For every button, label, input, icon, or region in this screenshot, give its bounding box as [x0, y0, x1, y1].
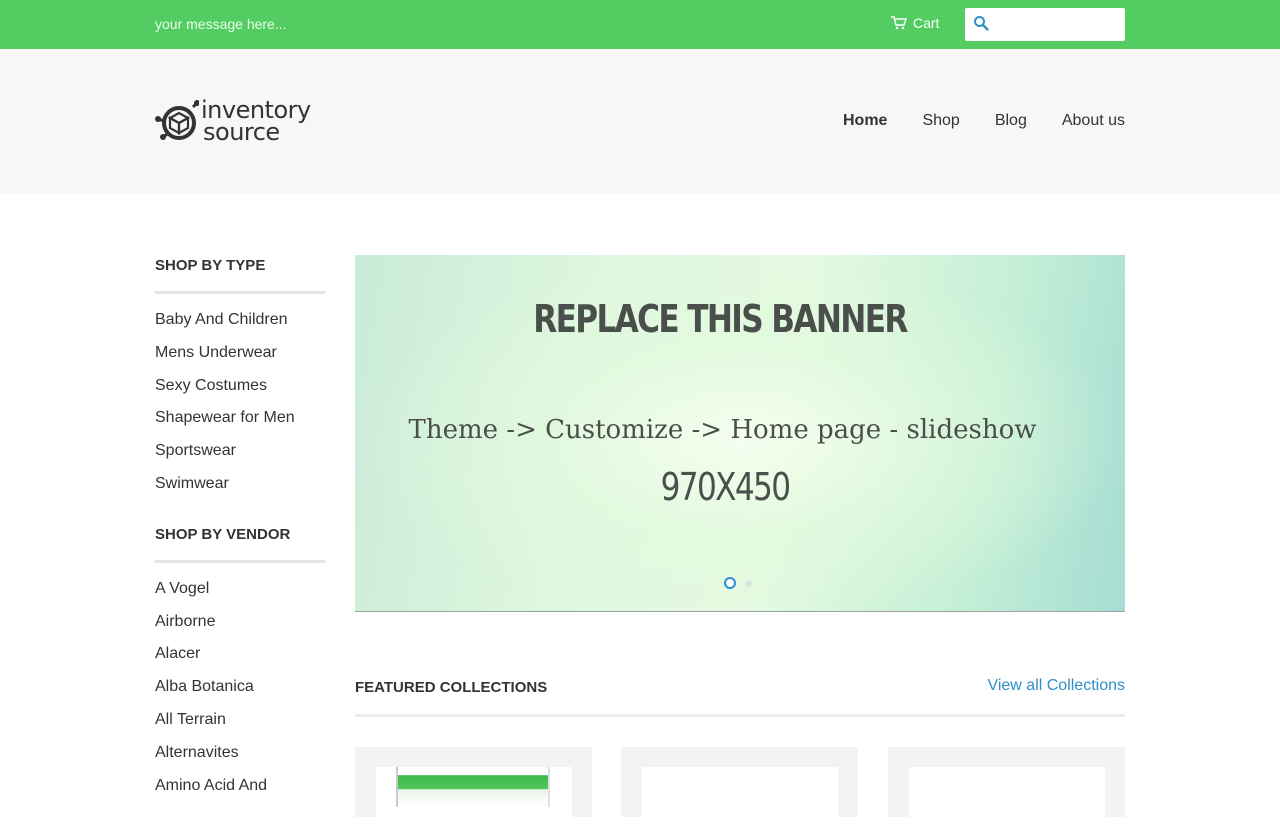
sidebar: SHOP BY TYPE Baby And Children Mens Unde… — [155, 255, 325, 808]
sidebar-item-a-vogel[interactable]: A Vogel — [155, 579, 325, 612]
collection-card[interactable] — [621, 747, 858, 827]
sidebar-item-airborne[interactable]: Airborne — [155, 612, 325, 645]
divider — [155, 291, 325, 294]
banner-size: 970X450 — [660, 465, 791, 509]
slideshow-pagination — [724, 577, 752, 589]
nav-about-us[interactable]: About us — [1062, 112, 1125, 130]
sidebar-item-mens-underwear[interactable]: Mens Underwear — [155, 343, 325, 376]
cart-label: Cart — [913, 15, 940, 31]
hero-slideshow[interactable]: REPLACE THIS BANNER Theme -> Customize -… — [355, 255, 1125, 612]
search-icon[interactable] — [973, 15, 989, 31]
sidebar-item-alternavites[interactable]: Alternavites — [155, 743, 325, 776]
collection-image — [642, 767, 838, 827]
sidebar-item-swimwear[interactable]: Swimwear — [155, 474, 325, 507]
sidebar-item-baby-and-children[interactable]: Baby And Children — [155, 310, 325, 343]
sidebar-item-alba-botanica[interactable]: Alba Botanica — [155, 677, 325, 710]
search-box[interactable] — [965, 8, 1125, 41]
shop-by-vendor-heading: SHOP BY VENDOR — [155, 525, 291, 543]
cart-icon — [891, 16, 907, 30]
slide-dot-2[interactable] — [745, 579, 752, 587]
banner-subtitle: Theme -> Customize -> Home page - slides… — [408, 415, 1037, 445]
collection-image — [909, 767, 1105, 827]
site-header: inventory source Home Shop Blog About us — [0, 49, 1280, 194]
divider — [155, 559, 325, 563]
nav-blog[interactable]: Blog — [995, 112, 1027, 130]
logo-cube-icon — [155, 99, 201, 145]
slide-dot-1[interactable] — [724, 577, 736, 589]
banner-title: REPLACE THIS BANNER — [533, 297, 908, 341]
sidebar-item-amino-acid-and[interactable]: Amino Acid And — [155, 776, 325, 809]
sidebar-item-all-terrain[interactable]: All Terrain — [155, 710, 325, 743]
shop-by-vendor-section: SHOP BY VENDOR A Vogel Airborne Alacer A… — [155, 524, 325, 809]
featured-collections-header: FEATURED COLLECTIONS View all Collection… — [355, 677, 1125, 699]
shop-by-type-heading: SHOP BY TYPE — [155, 257, 266, 274]
announcement-bar: your message here... Cart — [0, 0, 1280, 49]
divider — [355, 714, 1125, 717]
announcement-message: your message here... — [155, 16, 287, 32]
view-all-collections-link[interactable]: View all Collections — [987, 677, 1125, 695]
cart-link[interactable]: Cart — [891, 15, 939, 31]
collection-image — [376, 767, 572, 827]
nav-home[interactable]: Home — [843, 112, 887, 130]
nav-shop[interactable]: Shop — [922, 112, 959, 130]
featured-collections-title: FEATURED COLLECTIONS — [355, 679, 548, 696]
sidebar-item-sexy-costumes[interactable]: Sexy Costumes — [155, 376, 325, 409]
sidebar-item-shapewear-for-men[interactable]: Shapewear for Men — [155, 408, 325, 441]
sidebar-item-alacer[interactable]: Alacer — [155, 644, 325, 677]
shop-by-type-section: SHOP BY TYPE Baby And Children Mens Unde… — [155, 255, 325, 507]
search-input[interactable] — [995, 13, 1119, 36]
collection-card[interactable] — [888, 747, 1125, 827]
main-nav: Home Shop Blog About us — [843, 112, 1125, 130]
logo-wordmark: inventory source — [201, 98, 311, 146]
collection-card[interactable] — [355, 747, 592, 827]
product-box-image — [396, 767, 550, 807]
logo-line-2: source — [203, 118, 280, 146]
sidebar-item-sportswear[interactable]: Sportswear — [155, 441, 325, 474]
site-logo[interactable]: inventory source — [155, 97, 335, 147]
